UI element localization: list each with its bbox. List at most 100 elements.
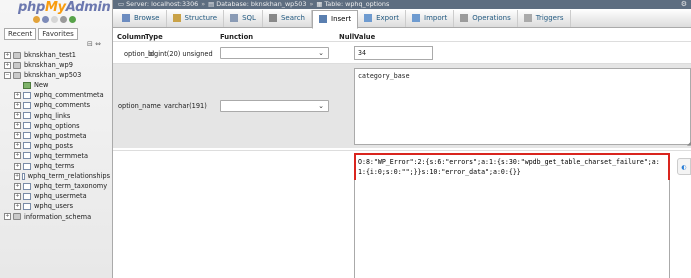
chevron-down-icon: ⌄ [318, 49, 324, 57]
tree-item-label: bknskhan_wp503 [24, 71, 82, 80]
expand-icon[interactable]: + [14, 192, 21, 200]
expand-icon[interactable]: + [4, 213, 11, 221]
tab-label: Search [280, 14, 305, 22]
tab-search[interactable]: Search [263, 9, 312, 27]
tree-item-label: wphq_term_taxonomy [34, 182, 108, 191]
tree-item[interactable]: + wphq_usermeta [4, 191, 110, 201]
expand-icon[interactable]: + [14, 122, 21, 130]
table-icon [23, 162, 31, 170]
tab-export[interactable]: Export [358, 9, 406, 27]
breadcrumb-server[interactable]: Server: localhost:3306 [126, 0, 198, 8]
insert-icon [319, 15, 327, 23]
expand-icon[interactable]: + [14, 132, 21, 140]
expand-icon[interactable]: + [14, 182, 21, 190]
column-name: option_name [118, 102, 161, 110]
tab-label: Structure [184, 14, 218, 22]
tree-item[interactable]: + wphq_posts [4, 141, 110, 151]
expand-icon[interactable]: + [14, 162, 21, 170]
breadcrumb-database[interactable]: Database: bknskhan_wp503 [216, 0, 306, 8]
tree-item-label: wphq_usermeta [34, 192, 87, 201]
resize-handle-icon[interactable]: ◢ [687, 141, 691, 147]
tab-operations[interactable]: Operations [454, 9, 518, 27]
collapse-all-icon[interactable]: ⊟ ⇔ [87, 40, 101, 48]
sql-icon [230, 14, 239, 22]
database-icon [13, 71, 21, 79]
tab-label: Operations [472, 14, 511, 22]
value-input[interactable]: 34 [354, 46, 433, 60]
tree-item-label: wphq_users [34, 202, 74, 211]
tree-item[interactable]: + wphq_term_relationships [4, 171, 110, 181]
tree-item[interactable]: + information_schema [4, 212, 110, 222]
table-row: option_name varchar(191) ⌄ category_base [113, 63, 691, 148]
table-icon [23, 102, 31, 110]
recent-tab[interactable]: Recent [4, 28, 37, 40]
expand-icon[interactable]: + [14, 142, 21, 150]
type-header: Type [145, 33, 163, 41]
tree-item[interactable]: + bknskhan_wp9 [4, 60, 110, 70]
column-header: Column [117, 33, 146, 41]
browse-icon [122, 14, 130, 22]
tab-label: Export [376, 14, 399, 22]
search-icon [268, 14, 277, 22]
expand-icon[interactable]: + [4, 51, 11, 59]
export-icon [364, 14, 373, 22]
tab-label: Triggers [535, 14, 564, 22]
docs-icon[interactable] [51, 16, 58, 23]
value-textarea[interactable]: category_base [354, 68, 691, 145]
tree-item[interactable]: + wphq_termmeta [4, 151, 110, 161]
null-header: Null [339, 33, 355, 41]
tree-item-label: wphq_terms [34, 162, 75, 171]
tree-item[interactable]: + bknskhan_test1 [4, 50, 110, 60]
tree-item[interactable]: + wphq_commentmeta [4, 90, 110, 100]
table-icon [23, 122, 31, 130]
tree-item-label: wphq_postmeta [34, 131, 87, 140]
table-icon [23, 142, 31, 150]
expand-icon[interactable]: + [14, 112, 21, 120]
function-select[interactable]: ⌄ [220, 47, 329, 59]
function-select[interactable]: ⌄ [220, 100, 329, 112]
tab-sql[interactable]: SQL [224, 9, 263, 27]
tree-item[interactable]: − bknskhan_wp503 [4, 70, 110, 80]
breadcrumb-table[interactable]: Table: wphq_options [324, 0, 389, 8]
side-widget-icon[interactable]: ◐ [677, 158, 691, 175]
settings-gear-icon[interactable]: ⚙ [681, 0, 687, 9]
collapse-icon[interactable]: − [4, 71, 11, 79]
tree-item-label: wphq_commentmeta [34, 91, 104, 100]
expand-icon[interactable]: + [14, 102, 21, 110]
favorites-tab[interactable]: Favorites [38, 28, 78, 40]
tree-item[interactable]: + wphq_options [4, 121, 110, 131]
expand-icon[interactable]: + [14, 202, 21, 210]
expand-icon[interactable]: + [14, 91, 21, 99]
tree-item[interactable]: + wphq_terms [4, 161, 110, 171]
new-item-icon [23, 81, 31, 89]
insert-table-header: Column Type Function Null Value [113, 29, 691, 41]
tab-label: Import [424, 14, 448, 22]
tree-item[interactable]: + wphq_term_taxonomy [4, 181, 110, 191]
tree-item-label: bknskhan_test1 [24, 51, 76, 59]
expand-icon[interactable]: + [4, 61, 11, 69]
tab-triggers[interactable]: Triggers [518, 9, 571, 27]
tree-item[interactable]: + wphq_postmeta [4, 131, 110, 141]
home-icon[interactable] [33, 16, 40, 23]
table-icon [23, 202, 31, 210]
navigation-panel: phpMyAdmin Recent Favorites ⊟ ⇔ + bknskha… [0, 0, 113, 278]
tab-structure[interactable]: Structure [167, 9, 225, 27]
settings-icon[interactable] [60, 16, 67, 23]
exit-icon[interactable] [42, 16, 49, 23]
expand-icon[interactable]: + [14, 152, 21, 160]
tab-import[interactable]: Import [406, 9, 455, 27]
table-icon [23, 192, 31, 200]
database-tree: + bknskhan_test1 + bknskhan_wp9 − bknskhan_wp… [4, 50, 110, 222]
column-type: varchar(191) [164, 102, 207, 110]
tab-insert[interactable]: Insert [312, 9, 359, 29]
tree-item[interactable]: + wphq_users [4, 201, 110, 211]
tree-item[interactable]: New [4, 80, 110, 90]
phpmyadmin-logo[interactable]: phpMyAdmin [18, 0, 111, 15]
reload-icon[interactable] [69, 16, 76, 23]
expand-icon[interactable]: + [14, 172, 21, 180]
tree-item[interactable]: + wphq_links [4, 111, 110, 121]
value-textarea-continuation[interactable] [354, 180, 670, 278]
tab-browse[interactable]: Browse [116, 9, 167, 27]
tree-item[interactable]: + wphq_comments [4, 100, 110, 110]
highlighted-value-textarea[interactable]: O:8:"WP_Error":2:{s:6:"errors";a:1:{s:30… [354, 153, 670, 182]
